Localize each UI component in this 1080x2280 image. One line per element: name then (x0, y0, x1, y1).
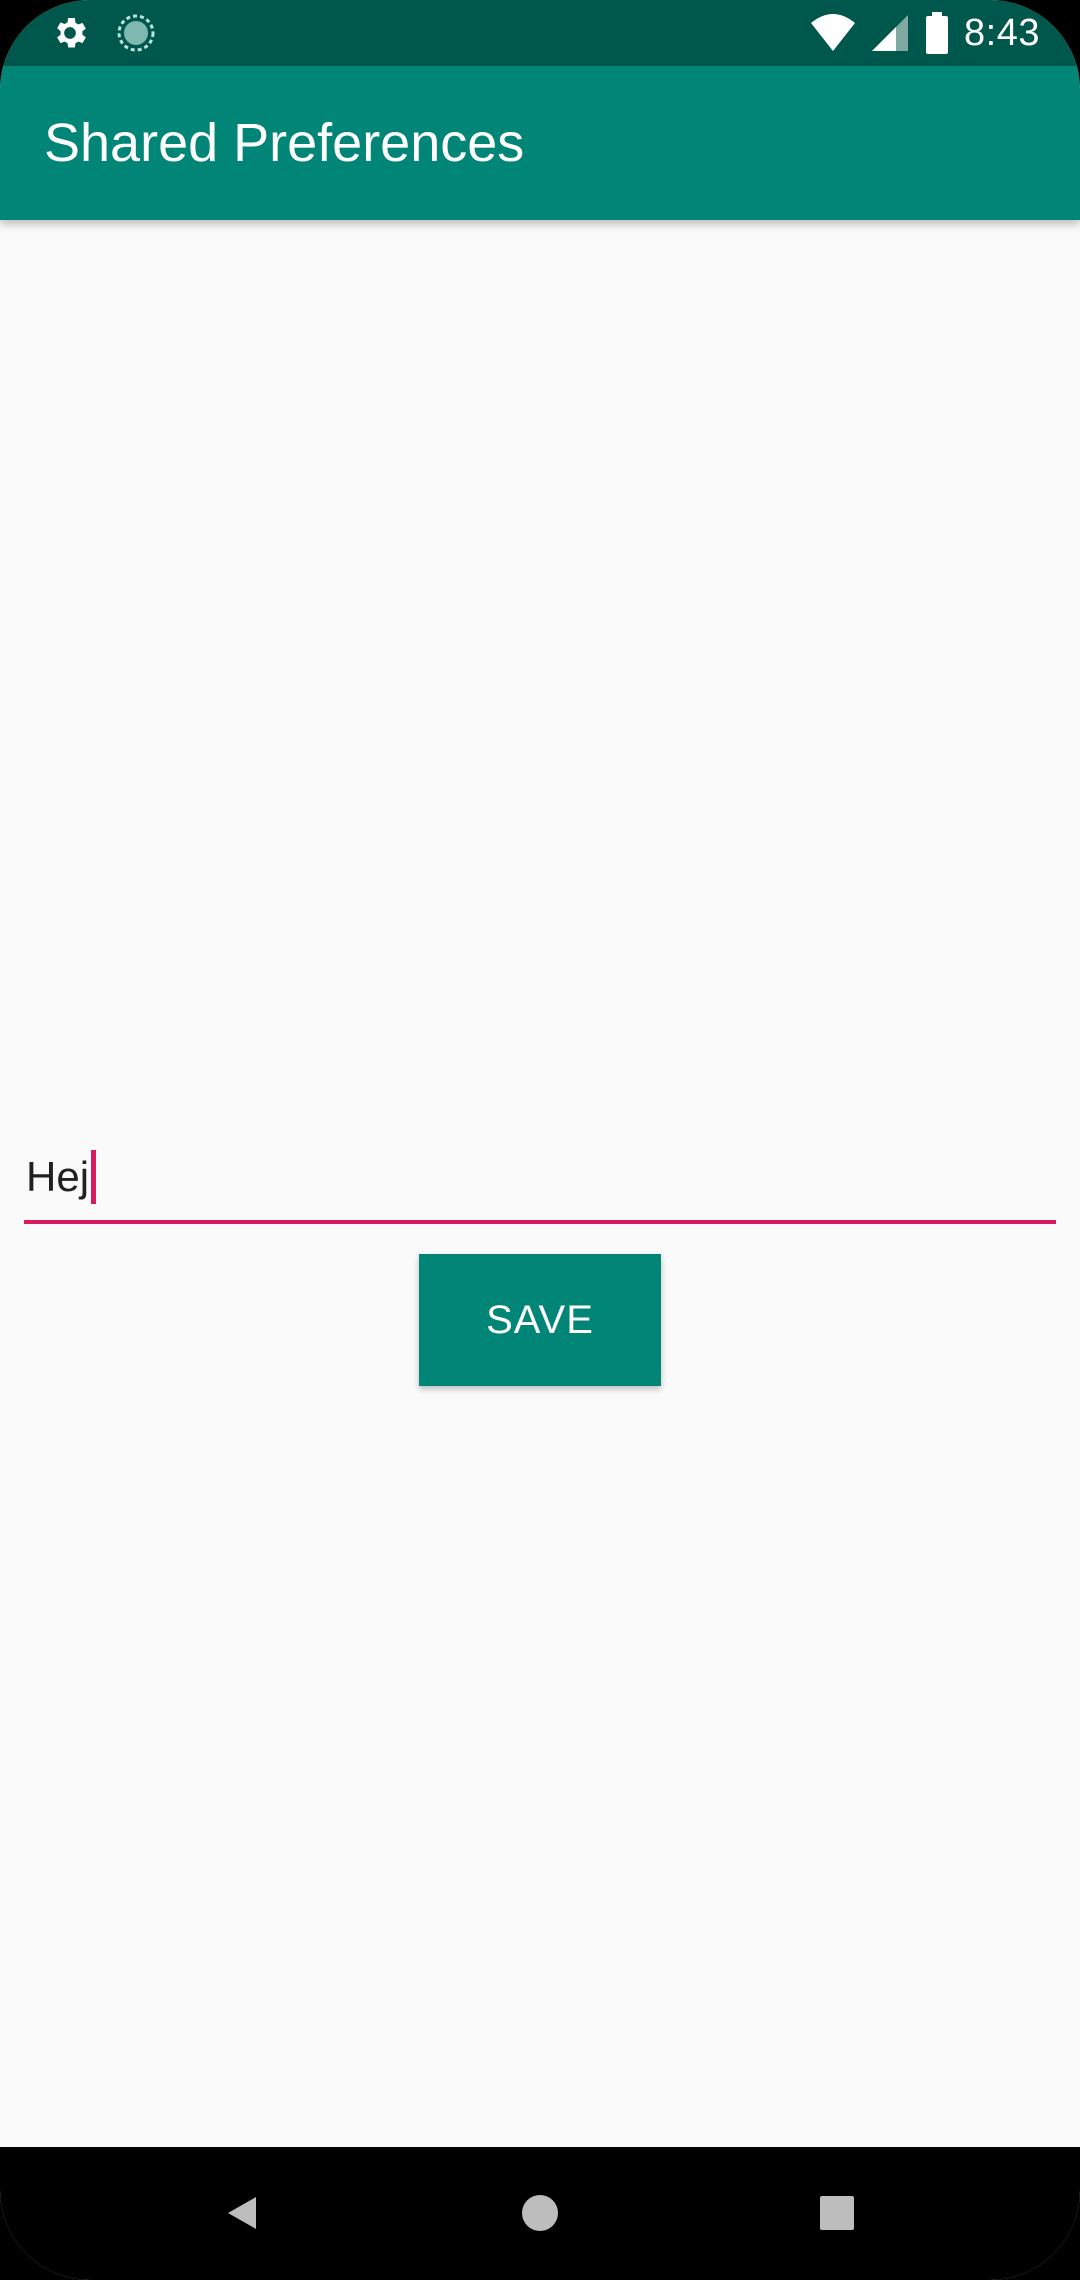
app-bar: Shared Preferences (0, 66, 1080, 220)
save-button[interactable]: SAVE (419, 1254, 661, 1386)
recents-icon[interactable] (801, 2177, 873, 2249)
status-right-icons: 8:43 (810, 10, 1040, 56)
status-bar: 8:43 (0, 0, 1080, 66)
battery-icon (924, 12, 950, 54)
back-icon[interactable] (206, 2177, 278, 2249)
status-time: 8:43 (964, 11, 1040, 54)
signal-icon (870, 13, 910, 53)
text-input-value-wrapper: Hej (26, 1150, 97, 1204)
text-input-field[interactable]: Hej (24, 1144, 1056, 1224)
main-content: Hej SAVE (0, 220, 1080, 2147)
phone-screen: 8:43 Shared Preferences Hej SAVE (0, 0, 1080, 2280)
navigation-bar (0, 2147, 1080, 2280)
app-title: Shared Preferences (44, 113, 525, 173)
wifi-icon (810, 13, 856, 53)
text-cursor (91, 1150, 97, 1204)
home-icon[interactable] (504, 2177, 576, 2249)
sync-icon (116, 13, 156, 53)
gear-icon (50, 13, 90, 53)
text-input-value: Hej (26, 1153, 90, 1200)
status-left-icons (50, 12, 156, 54)
